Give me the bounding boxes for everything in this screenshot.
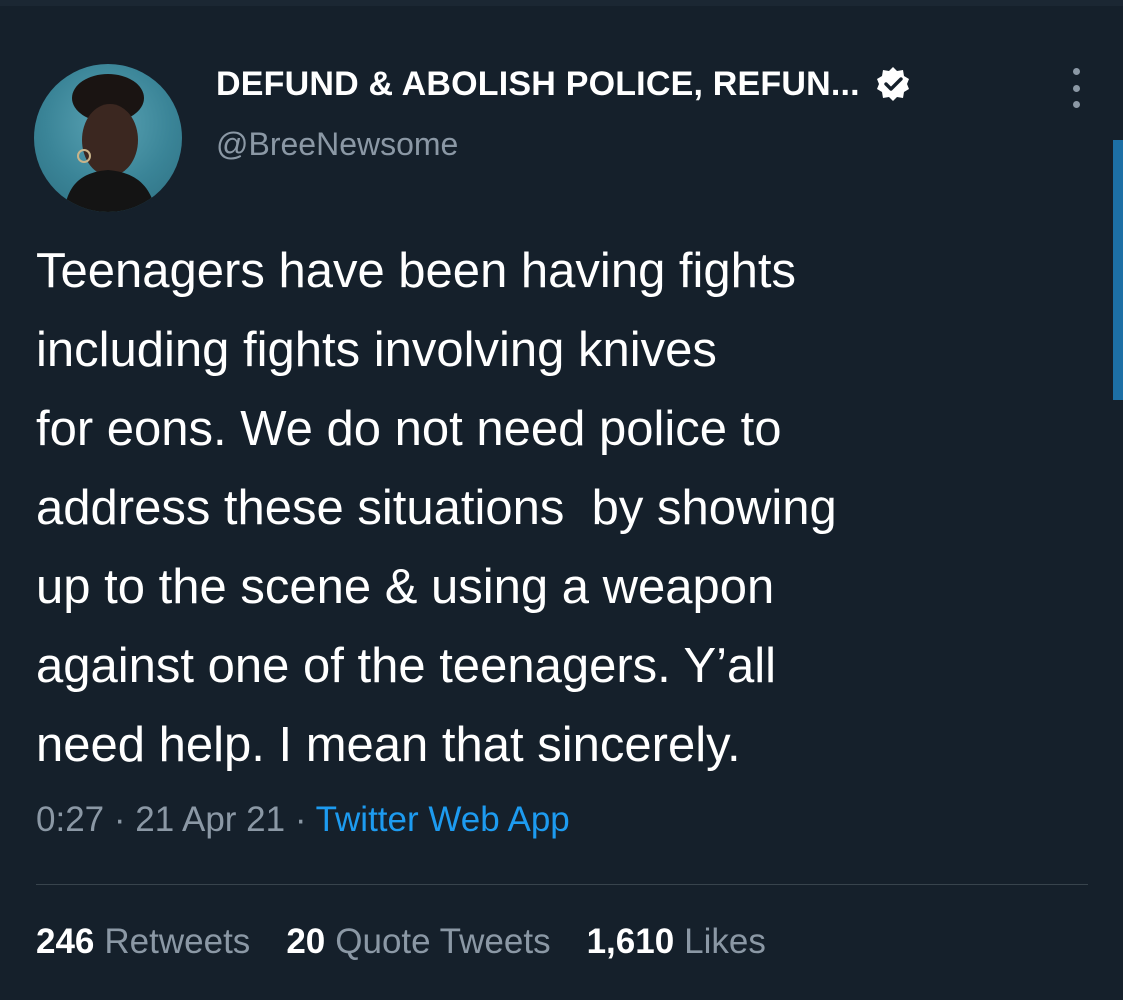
top-divider (0, 0, 1123, 6)
quote-tweets-label: Quote Tweets (335, 922, 551, 961)
handle[interactable]: @BreeNewsome (216, 126, 1056, 163)
meta-separator: · (113, 800, 126, 839)
tweet-meta: 0:27 · 21 Apr 21 · Twitter Web App (36, 800, 570, 840)
meta-separator: · (294, 800, 307, 839)
likes-count: 1,610 (586, 922, 675, 961)
scrollbar[interactable] (1113, 140, 1123, 400)
verified-badge-icon (874, 65, 912, 103)
display-name-row: DEFUND & ABOLISH POLICE, REFUN... (216, 56, 1056, 112)
likes-label: Likes (684, 922, 766, 961)
quote-tweets-stat[interactable]: 20 Quote Tweets (286, 922, 550, 962)
avatar-image (64, 74, 156, 212)
retweets-count: 246 (36, 922, 95, 961)
tweet-text: Teenagers have been having fights includ… (36, 244, 837, 772)
retweets-label: Retweets (104, 922, 251, 961)
avatar[interactable] (34, 64, 182, 212)
display-name[interactable]: DEFUND & ABOLISH POLICE, REFUN... (216, 65, 860, 104)
stats-divider (36, 884, 1088, 885)
tweet-header: DEFUND & ABOLISH POLICE, REFUN... @BreeN… (34, 56, 1094, 212)
tweet-source-link[interactable]: Twitter Web App (316, 800, 570, 839)
quote-tweets-count: 20 (286, 922, 326, 961)
tweet-stats: 246 Retweets 20 Quote Tweets 1,610 Likes (36, 922, 766, 962)
tweet-date[interactable]: 21 Apr 21 (135, 800, 285, 839)
more-vertical-icon[interactable] (1066, 68, 1086, 108)
retweets-stat[interactable]: 246 Retweets (36, 922, 250, 962)
likes-stat[interactable]: 1,610 Likes (587, 922, 766, 962)
author-info: DEFUND & ABOLISH POLICE, REFUN... @BreeN… (216, 56, 1056, 163)
tweet-time[interactable]: 0:27 (36, 800, 104, 839)
